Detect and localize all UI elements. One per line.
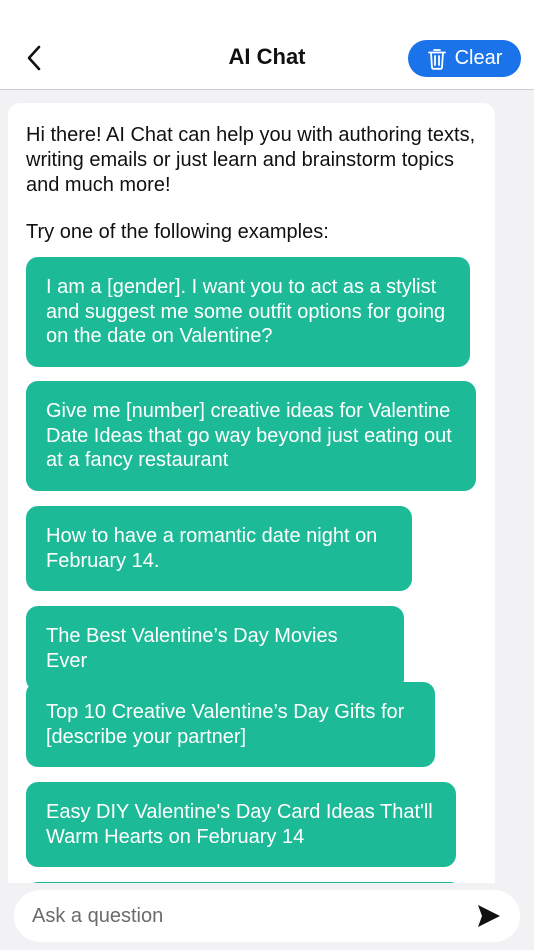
trash-icon (427, 48, 446, 70)
send-button[interactable] (476, 903, 502, 929)
example-prompt-4[interactable]: The Best Valentine’s Day Movies Ever (26, 606, 404, 691)
send-icon (478, 905, 500, 927)
example-prompt-5[interactable]: Top 10 Creative Valentine’s Day Gifts fo… (26, 682, 435, 767)
example-prompt-partial[interactable] (26, 882, 462, 883)
clear-button[interactable]: Clear (408, 40, 521, 77)
example-prompt-3[interactable]: How to have a romantic date night on Feb… (26, 506, 412, 591)
example-prompt-2[interactable]: Give me [number] creative ideas for Vale… (26, 381, 476, 491)
example-prompt-6[interactable]: Easy DIY Valentine's Day Card Ideas That… (26, 782, 456, 867)
clear-label: Clear (454, 47, 503, 69)
question-bar (14, 890, 520, 942)
top-bar: AI Chat Clear (0, 0, 534, 90)
chat-area: Hi there! AI Chat can help you with auth… (8, 103, 495, 883)
question-input[interactable] (32, 890, 452, 942)
intro-message: Hi there! AI Chat can help you with auth… (26, 124, 476, 196)
example-prompt-1[interactable]: I am a [gender]. I want you to act as a … (26, 257, 470, 367)
examples-heading: Try one of the following examples: (26, 221, 329, 243)
